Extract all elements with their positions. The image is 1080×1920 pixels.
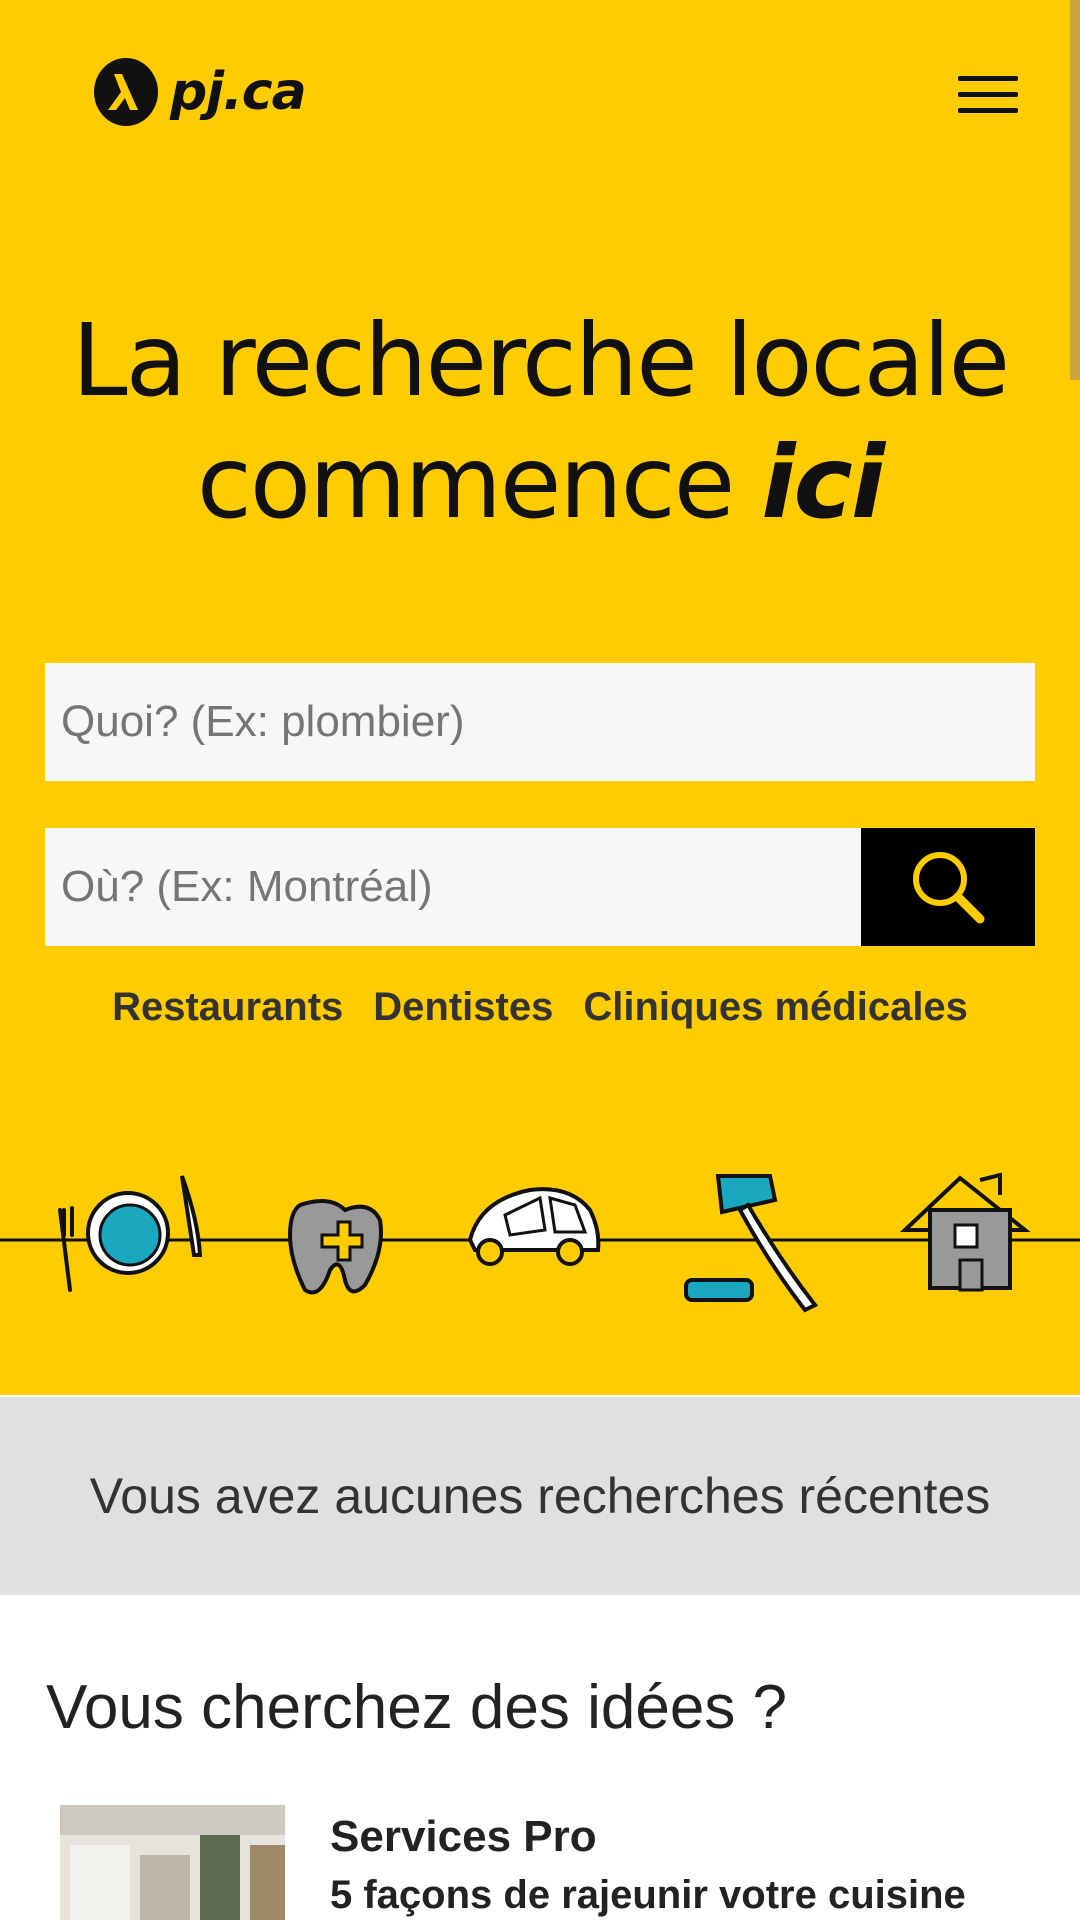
what-search-input[interactable] (45, 663, 1035, 781)
headline-emphasis: ici (761, 424, 885, 541)
search-button[interactable] (861, 828, 1035, 946)
car-icon (467, 1187, 601, 1266)
dentist-icon (287, 1199, 383, 1295)
logo-text: pj.ca (170, 62, 307, 122)
article-category[interactable]: Services Pro (330, 1812, 597, 1862)
article-thumbnail[interactable] (60, 1805, 285, 1920)
ideas-title: Vous cherchez des idées ? (46, 1673, 788, 1742)
hero-section: pj.ca La recherche locale commenceici Re… (0, 0, 1080, 1395)
quick-links: Restaurants Dentistes Cliniques médicale… (0, 985, 1080, 1030)
headline-line-1: La recherche locale (71, 302, 1010, 419)
quick-link-restaurants[interactable]: Restaurants (112, 985, 343, 1030)
menu-button[interactable] (958, 76, 1018, 116)
search-icon (913, 852, 985, 924)
recent-searches: Vous avez aucunes recherches récentes (0, 1397, 1080, 1595)
house-icon (899, 1172, 1031, 1292)
article-title[interactable]: 5 façons de rajeunir votre cuisine (330, 1873, 966, 1918)
menu-icon (958, 76, 1018, 81)
quick-link-cliniques[interactable]: Cliniques médicales (583, 985, 968, 1030)
lawyer-icon (684, 1174, 819, 1313)
headline-line-2: commence (196, 424, 735, 541)
pj-logo-icon (94, 58, 158, 126)
site-logo[interactable]: pj.ca (92, 56, 307, 128)
category-illustration (0, 1172, 1080, 1313)
where-search-input[interactable] (45, 828, 861, 946)
restaurant-icon (58, 1175, 203, 1292)
hero-headline: La recherche locale commence ici (0, 300, 1080, 544)
quick-link-dentistes[interactable]: Dentistes (373, 985, 553, 1030)
